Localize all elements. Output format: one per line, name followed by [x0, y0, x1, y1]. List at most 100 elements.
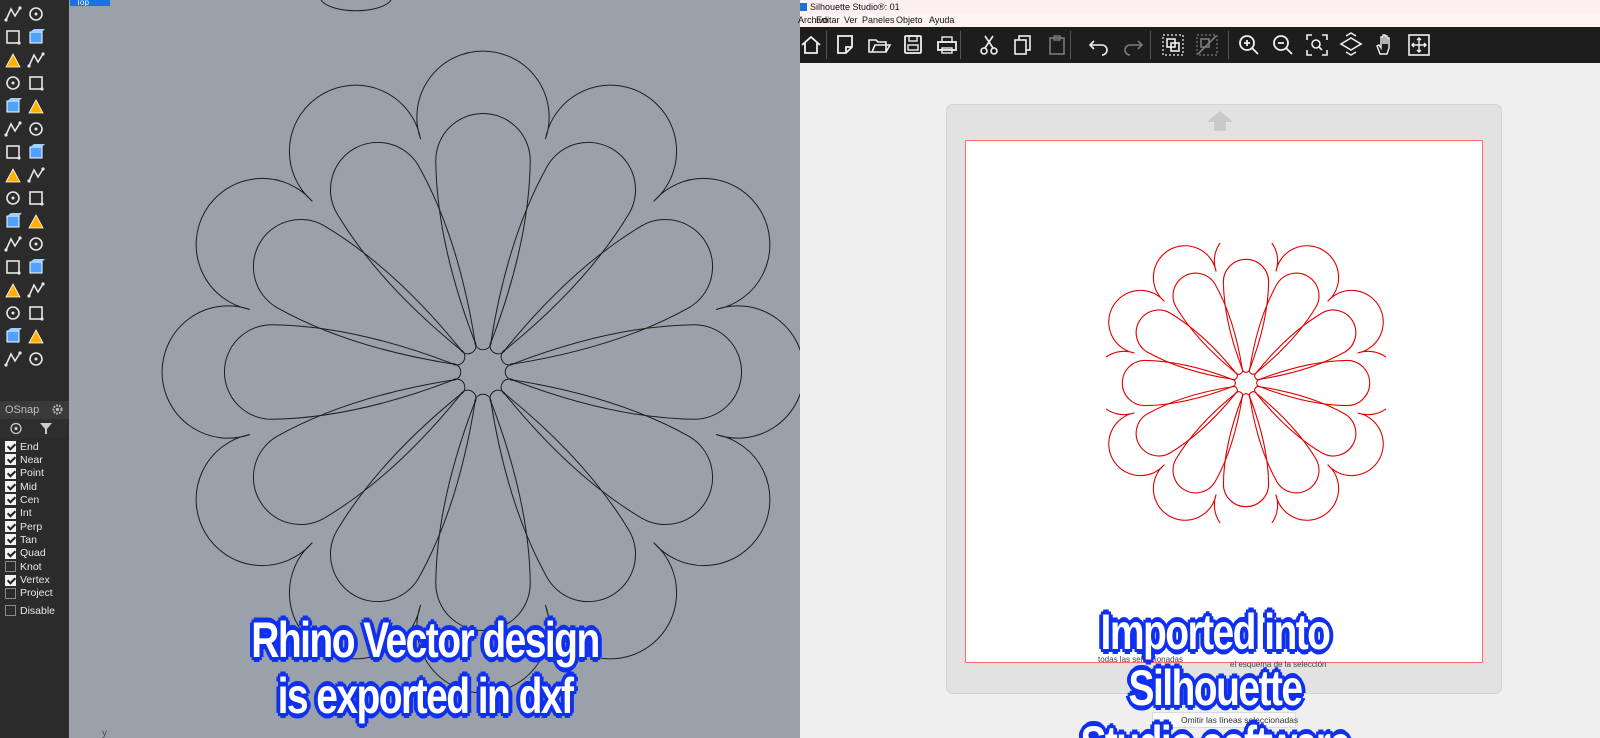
- petal-11[interactable]: [1135, 309, 1238, 381]
- point-icon[interactable]: [26, 4, 46, 24]
- arc-icon[interactable]: [3, 96, 23, 116]
- select-arrow-icon[interactable]: [3, 4, 23, 24]
- group-icon[interactable]: [1160, 32, 1186, 58]
- transform-icon[interactable]: [3, 119, 23, 139]
- petal-2[interactable]: [1248, 272, 1320, 375]
- osnap-checkbox[interactable]: [5, 467, 16, 479]
- split-icon[interactable]: [26, 349, 46, 369]
- group-icon[interactable]: [26, 234, 46, 254]
- osnap-checkbox[interactable]: [5, 494, 16, 506]
- snap-icon[interactable]: [26, 280, 46, 300]
- copy-icon[interactable]: [1010, 32, 1036, 58]
- new-page-icon[interactable]: [832, 32, 858, 58]
- osnap-item-point[interactable]: Point: [5, 467, 44, 480]
- petal-7[interactable]: [435, 393, 531, 632]
- polygon-icon[interactable]: [3, 73, 23, 93]
- zoom-page-icon[interactable]: [1338, 32, 1364, 58]
- petal-11[interactable]: [252, 218, 466, 366]
- petal-4[interactable]: [1256, 359, 1371, 407]
- box-icon[interactable]: [3, 142, 23, 162]
- boolean-icon[interactable]: [26, 142, 46, 162]
- rotate-icon[interactable]: [26, 119, 46, 139]
- zoom-out-icon[interactable]: [1270, 32, 1296, 58]
- osnap-item-vertex[interactable]: Vertex: [5, 574, 50, 587]
- petal-10[interactable]: [223, 324, 462, 420]
- dimension-icon[interactable]: [3, 211, 23, 231]
- render-icon[interactable]: [3, 234, 23, 254]
- partial-curve-top[interactable]: [320, 0, 392, 12]
- petal-6[interactable]: [489, 389, 637, 603]
- rectangle-icon[interactable]: [26, 73, 46, 93]
- osnap-checkbox[interactable]: [5, 574, 16, 586]
- osnap-item-mid[interactable]: Mid: [5, 480, 37, 493]
- surface-icon[interactable]: [26, 165, 46, 185]
- array-icon[interactable]: [3, 303, 23, 323]
- scalloped-outline[interactable]: [161, 50, 800, 694]
- curve-tool-icon[interactable]: [3, 257, 23, 277]
- text-icon[interactable]: [3, 280, 23, 300]
- osnap-item-perp[interactable]: Perp: [5, 520, 42, 533]
- petal-6[interactable]: [1248, 391, 1320, 494]
- cylinder-icon[interactable]: [3, 165, 23, 185]
- osnap-item-tan[interactable]: Tan: [5, 533, 37, 546]
- osnap-checkbox[interactable]: [5, 454, 16, 466]
- petal-9[interactable]: [1135, 385, 1238, 457]
- menu-objeto[interactable]: Objeto: [896, 14, 923, 27]
- osnap-checkbox[interactable]: [5, 441, 16, 452]
- osnap-checkbox[interactable]: [5, 587, 16, 599]
- petal-8[interactable]: [329, 389, 477, 603]
- petal-4[interactable]: [504, 324, 743, 420]
- petal-12[interactable]: [1172, 272, 1244, 375]
- home-icon[interactable]: [798, 32, 824, 58]
- osnap-checkbox[interactable]: [5, 547, 16, 559]
- imported-flower-cut-lines[interactable]: [1106, 243, 1386, 523]
- pan-hand-icon[interactable]: [1372, 32, 1398, 58]
- osnap-item-cen[interactable]: Cen: [5, 493, 39, 506]
- osnap-item-near[interactable]: Near: [5, 453, 43, 466]
- petal-1[interactable]: [435, 112, 531, 351]
- osnap-item-knot[interactable]: Knot: [5, 560, 42, 573]
- ungroup-icon[interactable]: [1194, 32, 1220, 58]
- osnap-checkbox[interactable]: [5, 534, 16, 546]
- petal-3[interactable]: [1254, 309, 1357, 381]
- osnap-filter-tab-icon[interactable]: [36, 421, 56, 436]
- petal-7[interactable]: [1222, 393, 1270, 508]
- osnap-item-end[interactable]: End: [5, 440, 39, 453]
- petal-5[interactable]: [500, 378, 714, 526]
- menu-ayuda[interactable]: Ayuda: [929, 14, 954, 27]
- petal-5[interactable]: [1254, 385, 1357, 457]
- osnap-disable-toggle[interactable]: Disable: [5, 604, 55, 617]
- menu-ver[interactable]: Ver: [844, 14, 858, 27]
- explode-icon[interactable]: [3, 188, 23, 208]
- layout-icon[interactable]: [3, 349, 23, 369]
- redo-icon[interactable]: [1120, 32, 1146, 58]
- osnap-checkbox[interactable]: [5, 561, 16, 573]
- petal-10[interactable]: [1121, 359, 1236, 407]
- osnap-checkbox[interactable]: [5, 507, 16, 519]
- zoom-fit-icon[interactable]: [1304, 32, 1330, 58]
- petal-8[interactable]: [1172, 391, 1244, 494]
- ellipse-icon[interactable]: [26, 50, 46, 70]
- paste-icon[interactable]: [1044, 32, 1070, 58]
- gear-icon[interactable]: [51, 403, 64, 416]
- petal-12[interactable]: [329, 141, 477, 355]
- design-page[interactable]: [965, 140, 1483, 663]
- light-icon[interactable]: [26, 188, 46, 208]
- print-icon[interactable]: [934, 32, 960, 58]
- osnap-item-int[interactable]: Int: [5, 507, 32, 520]
- curve-icon[interactable]: [26, 27, 46, 47]
- grid-icon[interactable]: [26, 326, 46, 346]
- petal-2[interactable]: [489, 141, 637, 355]
- edit-icon[interactable]: [26, 303, 46, 323]
- move-icon[interactable]: [1406, 32, 1432, 58]
- menu-editar[interactable]: Editar: [816, 14, 840, 27]
- solid-icon[interactable]: [3, 326, 23, 346]
- cut-icon[interactable]: [976, 32, 1002, 58]
- petal-3[interactable]: [500, 218, 714, 366]
- mesh-icon[interactable]: [26, 211, 46, 231]
- open-folder-icon[interactable]: [866, 32, 892, 58]
- feed-arrow-icon[interactable]: [1205, 110, 1235, 132]
- osnap-checkbox[interactable]: [5, 521, 16, 533]
- circle-icon[interactable]: [3, 50, 23, 70]
- fillet-icon[interactable]: [26, 96, 46, 116]
